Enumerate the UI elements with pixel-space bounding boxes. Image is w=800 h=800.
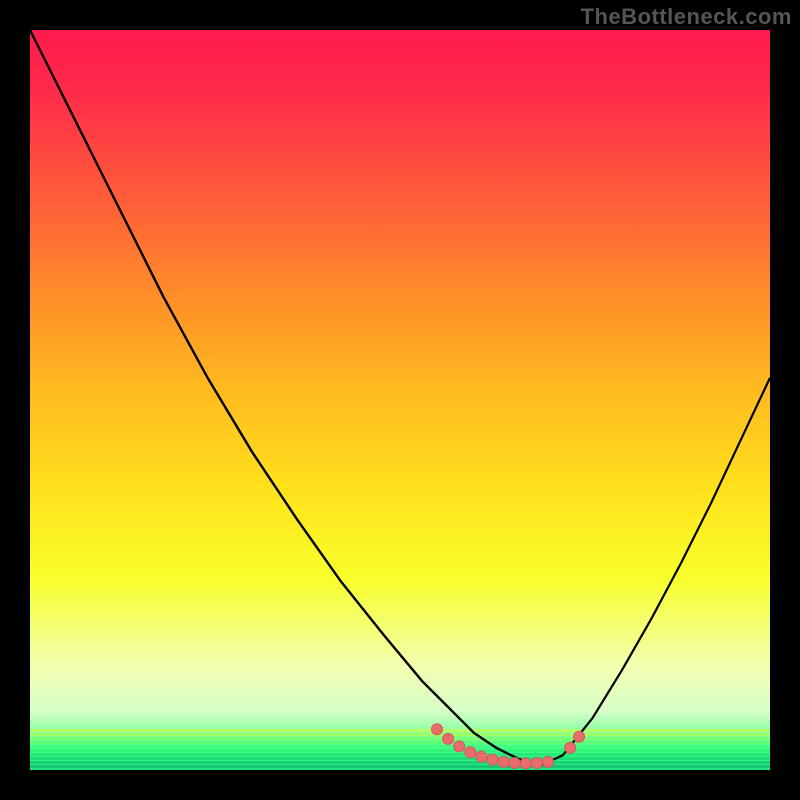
curve-layer <box>30 30 770 770</box>
highlight-marker <box>520 758 531 769</box>
highlight-marker <box>487 754 498 765</box>
highlight-marker <box>432 724 443 735</box>
left-descending-curve <box>30 30 541 766</box>
curve-paths <box>30 30 770 766</box>
highlight-marker <box>574 731 585 742</box>
highlight-marker <box>465 747 476 758</box>
watermark-text: TheBottleneck.com <box>581 4 792 30</box>
highlight-marker <box>454 741 465 752</box>
highlight-marker <box>565 742 576 753</box>
highlight-marker <box>476 751 487 762</box>
highlight-marker <box>498 756 509 767</box>
plot-area <box>30 30 770 770</box>
highlight-marker <box>531 757 542 768</box>
highlight-marker <box>543 756 554 767</box>
chart-frame: TheBottleneck.com <box>0 0 800 800</box>
highlight-markers <box>432 724 585 769</box>
right-ascending-curve <box>541 378 770 766</box>
highlight-marker <box>509 757 520 768</box>
highlight-marker <box>443 733 454 744</box>
